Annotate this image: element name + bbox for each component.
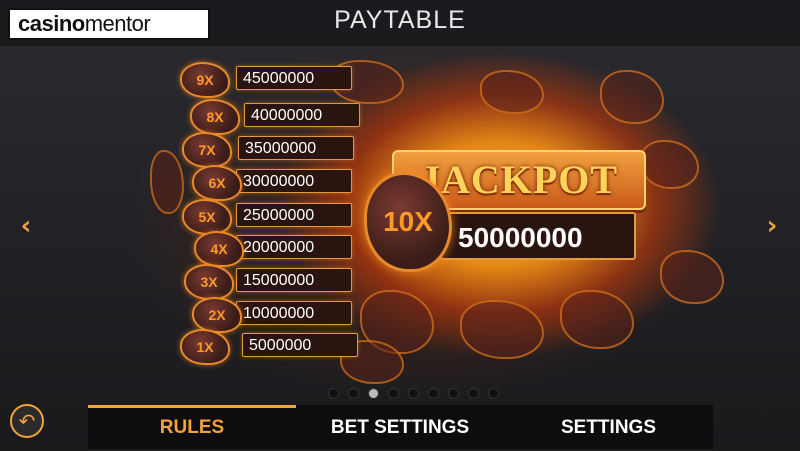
multiplier-rock: 2X <box>192 297 242 333</box>
payout-amount: 35000000 <box>238 136 354 160</box>
tab-settings[interactable]: SETTINGS <box>504 405 713 449</box>
lava-rock-decoration <box>640 140 699 189</box>
payout-amount: 10000000 <box>236 301 352 325</box>
bottom-tab-bar: RULES BET SETTINGS SETTINGS <box>88 405 713 449</box>
payout-amount: 25000000 <box>236 203 352 227</box>
page-title: PAYTABLE <box>334 6 466 34</box>
page-dot[interactable] <box>348 388 359 399</box>
tab-bet-settings[interactable]: BET SETTINGS <box>296 405 504 449</box>
payout-amount: 15000000 <box>236 268 352 292</box>
multiplier-rock: 3X <box>184 264 234 300</box>
multiplier-rock: 8X <box>190 99 240 135</box>
lava-rock-decoration <box>660 250 724 304</box>
chevron-right-icon[interactable]: › <box>762 212 782 240</box>
page-dot-active[interactable] <box>368 388 379 399</box>
lava-rock-decoration <box>560 290 634 349</box>
page-indicator <box>328 388 499 399</box>
page-dot[interactable] <box>488 388 499 399</box>
multiplier-rock: 4X <box>194 231 244 267</box>
page-dot[interactable] <box>328 388 339 399</box>
multiplier-rock: 5X <box>182 199 232 235</box>
payout-amount: 5000000 <box>242 333 358 357</box>
multiplier-rock: 1X <box>180 329 230 365</box>
tab-rules[interactable]: RULES <box>88 405 296 449</box>
casinomentor-logo: casino mentor <box>8 8 210 40</box>
lava-rock-decoration <box>460 300 544 359</box>
page-dot[interactable] <box>408 388 419 399</box>
page-dot[interactable] <box>468 388 479 399</box>
logo-text-casino: casino <box>18 11 85 36</box>
multiplier-rock: 6X <box>192 165 242 201</box>
payout-amount: 30000000 <box>236 169 352 193</box>
lava-rock-decoration <box>600 70 664 124</box>
multiplier-rock: 7X <box>182 132 232 168</box>
payout-amount: 40000000 <box>244 103 360 127</box>
lava-rock-decoration <box>150 150 184 214</box>
chevron-left-icon[interactable]: ‹ <box>16 212 36 240</box>
back-arrow-icon[interactable]: ↶ <box>10 404 44 438</box>
page-dot[interactable] <box>388 388 399 399</box>
jackpot-amount: 50000000 <box>440 212 636 260</box>
page-dot[interactable] <box>428 388 439 399</box>
multiplier-rock: 9X <box>180 62 230 98</box>
page-dot[interactable] <box>448 388 459 399</box>
payout-amount: 45000000 <box>236 66 352 90</box>
logo-text-mentor: mentor <box>84 11 151 36</box>
lava-rock-decoration <box>480 70 544 114</box>
payout-amount: 20000000 <box>236 235 352 259</box>
